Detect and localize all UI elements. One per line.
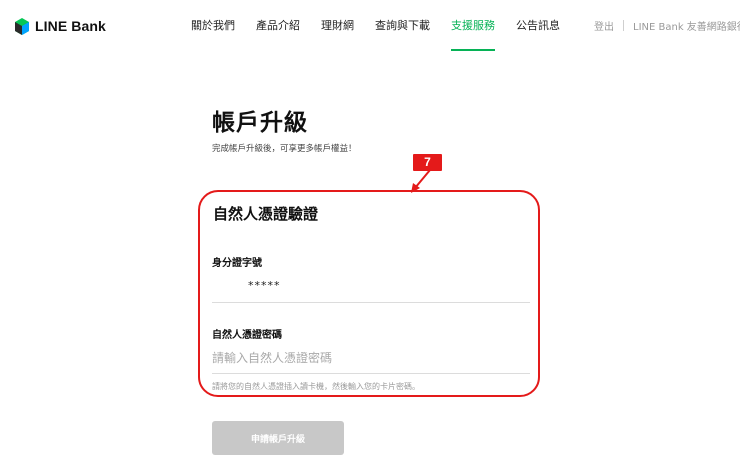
logo-text: LINE Bank bbox=[35, 18, 106, 34]
section-title: 自然人憑證驗證 bbox=[213, 205, 319, 223]
site-header: LINE Bank 關於我們 產品介紹 理財網 查詢與下載 支援服務 公告訊息 … bbox=[0, 0, 740, 52]
divider bbox=[212, 373, 530, 374]
nav-item-support[interactable]: 支援服務 bbox=[451, 17, 495, 51]
certificate-password-label: 自然人憑證密碼 bbox=[212, 330, 282, 341]
logout-link[interactable]: 登出 bbox=[594, 18, 614, 33]
nav-item-query-download[interactable]: 查詢與下載 bbox=[375, 17, 430, 35]
apply-upgrade-button[interactable]: 申請帳戶升級 bbox=[212, 421, 344, 455]
friendly-banking-link[interactable]: LINE Bank 友善網路銀行 bbox=[633, 18, 740, 33]
divider bbox=[212, 302, 530, 303]
divider bbox=[623, 20, 624, 31]
certificate-password-input[interactable] bbox=[212, 346, 530, 370]
line-bank-logo-icon bbox=[15, 17, 29, 35]
nav-item-products[interactable]: 產品介紹 bbox=[256, 17, 300, 35]
logo[interactable]: LINE Bank bbox=[15, 16, 106, 36]
id-number-value: ***** bbox=[248, 279, 281, 292]
password-hint: 請將您的自然人憑證插入讀卡機，然後輸入您的卡片密碼。 bbox=[212, 382, 420, 391]
nav-item-announcements[interactable]: 公告訊息 bbox=[516, 17, 560, 35]
nav-item-wealth[interactable]: 理財網 bbox=[321, 17, 354, 35]
header-utility-links: 登出 LINE Bank 友善網路銀行 bbox=[594, 18, 740, 33]
main-nav: 關於我們 產品介紹 理財網 查詢與下載 支援服務 公告訊息 bbox=[191, 17, 581, 51]
page-title: 帳戶升級 bbox=[212, 110, 308, 136]
nav-item-about[interactable]: 關於我們 bbox=[191, 17, 235, 35]
page-subtitle: 完成帳戶升級後，可享更多帳戶權益！ bbox=[212, 144, 357, 154]
id-number-label: 身分證字號 bbox=[212, 258, 262, 269]
